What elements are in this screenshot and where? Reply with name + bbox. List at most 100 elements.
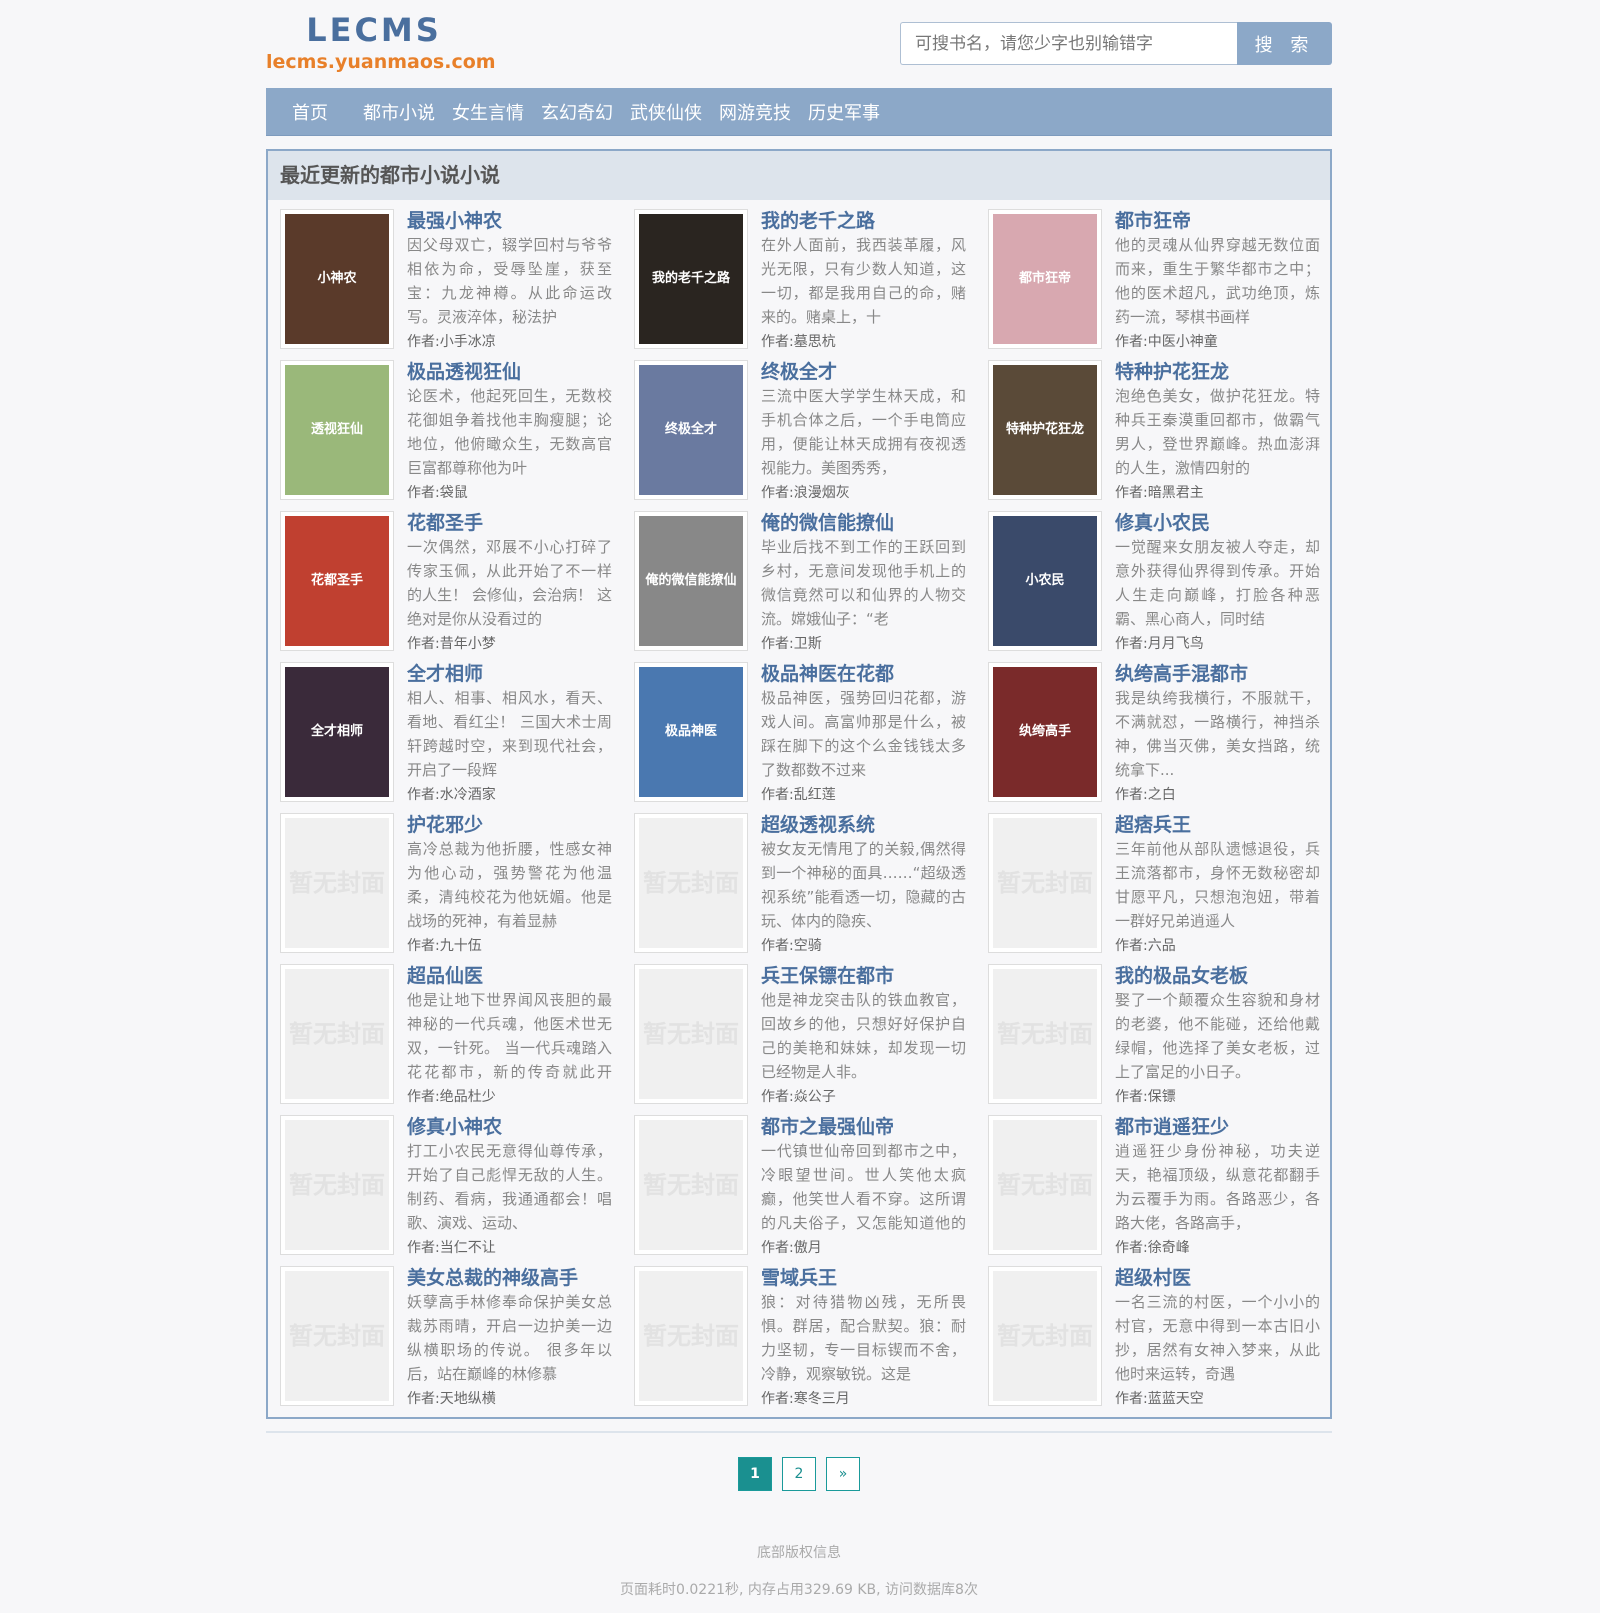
book-title-link[interactable]: 超痞兵王 bbox=[1115, 813, 1320, 837]
book-author: 作者:天地纵横 bbox=[407, 1391, 496, 1407]
book-cover[interactable]: 特种护花狂龙 bbox=[988, 360, 1102, 500]
book-cover-image: 暂无封面 bbox=[993, 969, 1097, 1099]
book-item: 都市狂帝 都市狂帝 他的灵魂从仙界穿越无数位面而来，重生于繁华都市之中；他的医术超凡… bbox=[988, 209, 1320, 360]
book-cover[interactable]: 暂无封面 bbox=[634, 1115, 748, 1255]
book-title-link[interactable]: 超级村医 bbox=[1115, 1266, 1320, 1290]
book-title-link[interactable]: 都市逍遥狂少 bbox=[1115, 1115, 1320, 1139]
book-cover[interactable]: 暂无封面 bbox=[988, 964, 1102, 1104]
book-cover-image: 暂无封面 bbox=[639, 969, 743, 1099]
book-title-link[interactable]: 美女总裁的神级高手 bbox=[407, 1266, 612, 1290]
book-title-link[interactable]: 我的极品女老板 bbox=[1115, 964, 1320, 988]
book-cover[interactable]: 暂无封面 bbox=[280, 964, 394, 1104]
book-cover[interactable]: 暂无封面 bbox=[634, 813, 748, 953]
book-author: 作者:焱公子 bbox=[761, 1089, 836, 1105]
book-title-link[interactable]: 全才相师 bbox=[407, 662, 612, 686]
book-title-link[interactable]: 护花邪少 bbox=[407, 813, 612, 837]
book-cover-image: 透视狂仙 bbox=[285, 365, 389, 495]
book-cover[interactable]: 暂无封面 bbox=[988, 813, 1102, 953]
nav-item-gaming[interactable]: 网游竞技 bbox=[719, 99, 791, 125]
nav-item-urban[interactable]: 都市小说 bbox=[363, 99, 435, 125]
book-cover-image: 小神农 bbox=[285, 214, 389, 344]
book-cover[interactable]: 暂无封面 bbox=[988, 1115, 1102, 1255]
book-description: 逍遥狂少身份神秘，功夫逆天，艳福顶级，纵意花都翻手为云覆手为雨。各路恶少，各路大… bbox=[1115, 1142, 1320, 1232]
book-info: 都市之最强仙帝 一代镇世仙帝回到都市之中，冷眼望世间。世人笑他太疯癫，他笑世人看不… bbox=[761, 1115, 966, 1261]
page-1-button[interactable]: 1 bbox=[738, 1457, 772, 1491]
book-cover[interactable]: 全才相师 bbox=[280, 662, 394, 802]
book-info: 兵王保镖在都市他是神龙突击队的铁血教官，回故乡的他，只想好好保护自己的美艳和妹妹… bbox=[761, 964, 966, 1110]
book-title-link[interactable]: 终极全才 bbox=[761, 360, 966, 384]
book-item: 暂无封面 都市之最强仙帝 一代镇世仙帝回到都市之中，冷眼望世间。世人笑他太疯癫，他笑… bbox=[634, 1115, 988, 1266]
book-cover[interactable]: 极品神医 bbox=[634, 662, 748, 802]
nav-item-home[interactable]: 首页 bbox=[292, 99, 328, 125]
book-cover[interactable]: 终极全才 bbox=[634, 360, 748, 500]
search-button[interactable]: 搜 索 bbox=[1237, 22, 1332, 65]
book-cover-image: 俺的微信能撩仙 bbox=[639, 516, 743, 646]
search-input[interactable] bbox=[900, 22, 1237, 65]
page-stats: 页面耗时0.0221秒, 内存占用329.69 KB, 访问数据库8次 bbox=[620, 1582, 978, 1598]
book-title-link[interactable]: 花都圣手 bbox=[407, 511, 612, 535]
nav-item-fantasy[interactable]: 玄幻奇幻 bbox=[541, 99, 613, 125]
pagination: 1 2 » bbox=[266, 1457, 1332, 1491]
book-cover[interactable]: 暂无封面 bbox=[634, 1266, 748, 1406]
book-cover[interactable]: 暂无封面 bbox=[280, 813, 394, 953]
book-title-link[interactable]: 极品神医在花都 bbox=[761, 662, 966, 686]
book-cover[interactable]: 小农民 bbox=[988, 511, 1102, 651]
book-info: 花都圣手一次偶然，邓展不小心打碎了传家玉佩，从此开始了不一样的人生！ 会修仙，会… bbox=[407, 511, 612, 657]
book-cover[interactable]: 俺的微信能撩仙 bbox=[634, 511, 748, 651]
book-cover-image: 特种护花狂龙 bbox=[993, 365, 1097, 495]
book-item: 特种护花狂龙 特种护花狂龙 泡绝色美女，做护花狂龙。特种兵王秦漠重回都市，做霸气男人… bbox=[988, 360, 1320, 511]
book-cover[interactable]: 花都圣手 bbox=[280, 511, 394, 651]
book-cover[interactable]: 都市狂帝 bbox=[988, 209, 1102, 349]
next-page-button[interactable]: » bbox=[826, 1457, 860, 1491]
book-cover[interactable]: 暂无封面 bbox=[634, 964, 748, 1104]
book-description: 高冷总裁为他折腰，性感女神为他心动，强势警花为他温柔，清纯校花为他妩媚。他是战场… bbox=[407, 840, 612, 930]
book-title-link[interactable]: 特种护花狂龙 bbox=[1115, 360, 1320, 384]
book-info: 全才相师 相人、相事、相风水，看天、看地、看红尘！ 三国大术士周轩跨越时空，来到现… bbox=[407, 662, 612, 808]
book-title-link[interactable]: 我的老千之路 bbox=[761, 209, 966, 233]
book-title-link[interactable]: 超级透视系统 bbox=[761, 813, 966, 837]
book-title-link[interactable]: 修真小神农 bbox=[407, 1115, 612, 1139]
book-description: 一次偶然，邓展不小心打碎了传家玉佩，从此开始了不一样的人生！ 会修仙，会治病！ … bbox=[407, 538, 612, 628]
book-author: 作者:浪漫烟灰 bbox=[761, 485, 850, 501]
book-cover[interactable]: 暂无封面 bbox=[988, 1266, 1102, 1406]
book-item: 花都圣手 花都圣手 一次偶然，邓展不小心打碎了传家玉佩，从此开始了不一样的人生！ 会… bbox=[280, 511, 634, 662]
book-title-link[interactable]: 极品透视狂仙 bbox=[407, 360, 612, 384]
book-cover-image: 花都圣手 bbox=[285, 516, 389, 646]
book-title-link[interactable]: 纨绔高手混都市 bbox=[1115, 662, 1320, 686]
book-cover-image: 暂无封面 bbox=[639, 1271, 743, 1401]
nav-item-history[interactable]: 历史军事 bbox=[808, 99, 880, 125]
book-author: 作者:九十伍 bbox=[407, 938, 482, 954]
book-cover-image: 暂无封面 bbox=[993, 818, 1097, 948]
book-description: 一名三流的村医，一个小小的村官，无意中得到一本古旧小抄，居然有女神入梦来，从此他… bbox=[1115, 1293, 1320, 1383]
book-cover[interactable]: 纨绔高手 bbox=[988, 662, 1102, 802]
book-author: 作者:绝品杜少 bbox=[407, 1089, 496, 1105]
book-description: 他是神龙突击队的铁血教官，回故乡的他，只想好好保护自己的美艳和妹妹，却发现一切已… bbox=[761, 991, 966, 1081]
logo[interactable]: LECMS lecms.yuanmaos.com bbox=[266, 10, 496, 74]
book-title-link[interactable]: 都市狂帝 bbox=[1115, 209, 1320, 233]
book-info: 超级透视系统 被女友无情甩了的关毅,偶然得到一个神秘的面具……“超级透视系统”能看… bbox=[761, 813, 966, 959]
book-title-link[interactable]: 超品仙医 bbox=[407, 964, 612, 988]
logo-url[interactable]: lecms.yuanmaos.com bbox=[266, 50, 496, 74]
book-cover[interactable]: 透视狂仙 bbox=[280, 360, 394, 500]
book-title-link[interactable]: 修真小农民 bbox=[1115, 511, 1320, 535]
book-cover[interactable]: 暂无封面 bbox=[280, 1266, 394, 1406]
book-cover[interactable]: 小神农 bbox=[280, 209, 394, 349]
nav-item-wuxia[interactable]: 武侠仙侠 bbox=[630, 99, 702, 125]
book-description: 他的灵魂从仙界穿越无数位面而来，重生于繁华都市之中；他的医术超凡，武功绝顶，炼药… bbox=[1115, 236, 1320, 326]
book-author: 作者:暗黑君主 bbox=[1115, 485, 1204, 501]
logo-title[interactable]: LECMS bbox=[266, 10, 476, 50]
book-cover[interactable]: 暂无封面 bbox=[280, 1115, 394, 1255]
book-title-link[interactable]: 都市之最强仙帝 bbox=[761, 1115, 966, 1139]
book-description: 他是让地下世界闻风丧胆的最神秘的一代兵魂，他医术世无双，一针死。 当一代兵魂踏入… bbox=[407, 991, 612, 1081]
book-title-link[interactable]: 雪域兵王 bbox=[761, 1266, 966, 1290]
book-title-link[interactable]: 俺的微信能撩仙 bbox=[761, 511, 966, 535]
header: LECMS lecms.yuanmaos.com 搜 索 bbox=[266, 0, 1332, 88]
book-cover-image: 全才相师 bbox=[285, 667, 389, 797]
nav-item-romance[interactable]: 女生言情 bbox=[452, 99, 524, 125]
book-description: 在外人面前，我西装革履，风光无限，只有少数人知道，这一切，都是我用自己的命，赌来… bbox=[761, 236, 966, 326]
book-title-link[interactable]: 兵王保镖在都市 bbox=[761, 964, 966, 988]
book-item: 俺的微信能撩仙 俺的微信能撩仙 毕业后找不到工作的王跃回到乡村，无意间发现他手机上的… bbox=[634, 511, 988, 662]
page-2-button[interactable]: 2 bbox=[782, 1457, 816, 1491]
book-title-link[interactable]: 最强小神农 bbox=[407, 209, 612, 233]
book-cover[interactable]: 我的老千之路 bbox=[634, 209, 748, 349]
